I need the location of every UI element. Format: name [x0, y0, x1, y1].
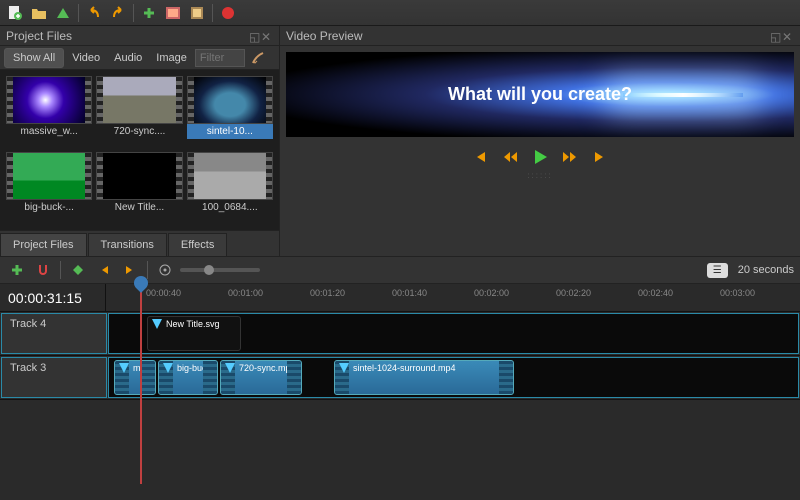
- timeline-clip[interactable]: m: [114, 360, 156, 395]
- thumb-label: big-buck-...: [6, 200, 92, 215]
- film-icon[interactable]: [186, 2, 208, 24]
- timeline: 00:00:31:15 00:00:4000:01:0000:01:2000:0…: [0, 284, 800, 400]
- tab-project-files[interactable]: Project Files: [0, 233, 87, 256]
- project-files-title: Project Files: [6, 29, 72, 43]
- project-thumb[interactable]: 100_0684....: [187, 152, 273, 224]
- project-thumb[interactable]: New Title...: [96, 152, 182, 224]
- undo-icon[interactable]: [83, 2, 105, 24]
- thumb-label: 720-sync....: [96, 124, 182, 139]
- track-row: Track 3mbig-buck-...720-sync.mp4 sintel-1…: [0, 356, 800, 400]
- panel-undock-icon[interactable]: ◱: [249, 30, 261, 42]
- timeline-clip[interactable]: big-buck-...: [158, 360, 218, 395]
- add-item-icon[interactable]: [138, 2, 160, 24]
- open-file-icon[interactable]: [28, 2, 50, 24]
- image-filter-link[interactable]: Image: [150, 49, 193, 67]
- clear-filter-icon[interactable]: [247, 47, 269, 69]
- ruler-tick: 00:02:20: [556, 288, 591, 298]
- add-track-icon[interactable]: [6, 259, 28, 281]
- save-file-icon[interactable]: [52, 2, 74, 24]
- panel-undock-icon[interactable]: ◱: [770, 30, 782, 42]
- thumb-label: 100_0684....: [187, 200, 273, 215]
- zoom-slider[interactable]: [180, 268, 260, 272]
- duration-label: 20 seconds: [738, 264, 794, 276]
- video-preview-title: Video Preview: [286, 29, 363, 43]
- show-all-button[interactable]: Show All: [4, 48, 64, 68]
- clip-marker-icon: [152, 319, 162, 329]
- timeline-ruler[interactable]: 00:00:40 00:01:00 00:01:20 00:01:40 00:02:00…: [106, 284, 800, 311]
- marker-add-icon[interactable]: [67, 259, 89, 281]
- thumb-label: massive_w...: [6, 124, 92, 139]
- ruler-tick: 00:01:40: [392, 288, 427, 298]
- tab-transitions[interactable]: Transitions: [88, 233, 167, 256]
- filter-input[interactable]: [195, 49, 245, 67]
- project-thumb[interactable]: sintel-10...: [187, 76, 273, 148]
- timeline-clip[interactable]: sintel-1024-surround.mp4: [334, 360, 514, 395]
- panel-close-icon[interactable]: ✕: [261, 30, 273, 42]
- project-thumb[interactable]: massive_w...: [6, 76, 92, 148]
- snap-icon[interactable]: [32, 259, 54, 281]
- track-header[interactable]: Track 3: [1, 357, 107, 398]
- ruler-tick: 00:01:20: [310, 288, 345, 298]
- main-toolbar: [0, 0, 800, 26]
- thumb-label: New Title...: [96, 200, 182, 215]
- project-thumb[interactable]: big-buck-...: [6, 152, 92, 224]
- fast-forward-icon[interactable]: [559, 146, 581, 168]
- ruler-tick: 00:00:40: [146, 288, 181, 298]
- prev-marker-icon[interactable]: [93, 259, 115, 281]
- project-thumbnails: massive_w... 720-sync.... sintel-10... big-…: [0, 70, 279, 230]
- video-preview-panel: Video Preview ◱ ✕ What will you create? …: [280, 26, 800, 256]
- ruler-tick: 00:02:40: [638, 288, 673, 298]
- track-body[interactable]: mbig-buck-...720-sync.mp4 sintel-1024-sur…: [108, 357, 799, 398]
- preview-overlay-text: What will you create?: [448, 84, 632, 105]
- image-icon[interactable]: [162, 2, 184, 24]
- jump-end-icon[interactable]: [589, 146, 611, 168]
- new-file-icon[interactable]: [4, 2, 26, 24]
- redo-icon[interactable]: [107, 2, 129, 24]
- timeline-toolbar: ☰ 20 seconds: [0, 256, 800, 284]
- clip-label: sintel-1024-surround.mp4: [353, 363, 456, 373]
- track-header[interactable]: Track 4: [1, 313, 107, 354]
- ruler-tick: 00:02:00: [474, 288, 509, 298]
- tab-effects[interactable]: Effects: [168, 233, 227, 256]
- playhead-time-display: 00:00:31:15: [0, 284, 106, 311]
- clip-label: New Title.svg: [166, 319, 220, 329]
- audio-filter-link[interactable]: Audio: [108, 49, 148, 67]
- ruler-tick: 00:03:00: [720, 288, 755, 298]
- jump-start-icon[interactable]: [469, 146, 491, 168]
- playhead[interactable]: [140, 284, 142, 484]
- preview-viewport[interactable]: What will you create?: [286, 52, 794, 137]
- track-row: Track 4 New Title.svg: [0, 312, 800, 356]
- project-thumb[interactable]: 720-sync....: [96, 76, 182, 148]
- panel-close-icon[interactable]: ✕: [782, 30, 794, 42]
- ruler-tick: 00:01:00: [228, 288, 263, 298]
- center-playhead-icon[interactable]: [154, 259, 176, 281]
- thumb-label: sintel-10...: [187, 124, 273, 139]
- project-files-panel: Project Files ◱ ✕ Show All Video Audio I…: [0, 26, 280, 256]
- timeline-clip[interactable]: New Title.svg: [147, 316, 241, 351]
- play-icon[interactable]: [529, 146, 551, 168]
- video-filter-link[interactable]: Video: [66, 49, 106, 67]
- duration-pill[interactable]: ☰: [707, 263, 728, 278]
- record-icon[interactable]: [217, 2, 239, 24]
- rewind-icon[interactable]: [499, 146, 521, 168]
- timeline-clip[interactable]: 720-sync.mp4: [220, 360, 302, 395]
- track-body[interactable]: New Title.svg: [108, 313, 799, 354]
- splitter-handle[interactable]: ::::::: [280, 171, 800, 256]
